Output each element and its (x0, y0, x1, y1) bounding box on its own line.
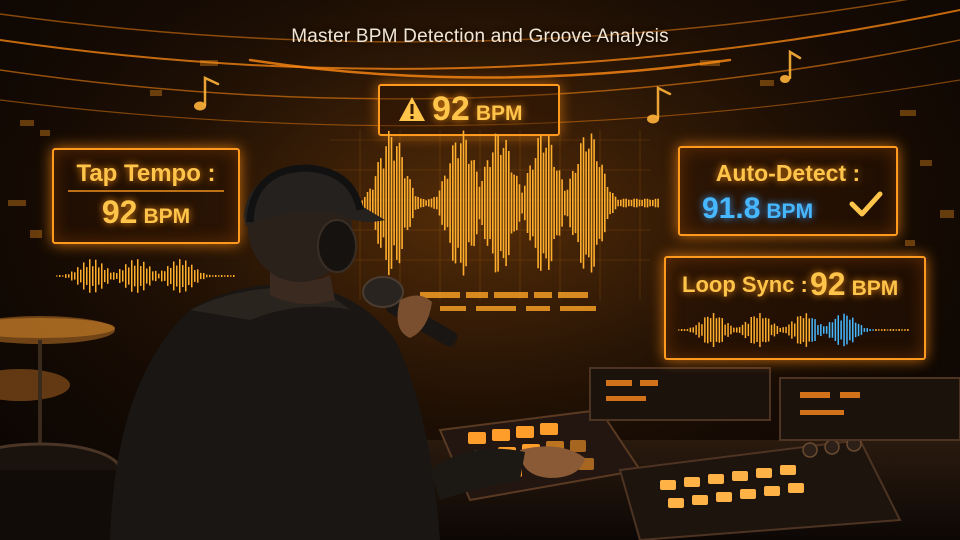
producer-silhouette (110, 164, 585, 540)
scene: Master BPM Detection and Groove Analysis… (0, 0, 960, 540)
